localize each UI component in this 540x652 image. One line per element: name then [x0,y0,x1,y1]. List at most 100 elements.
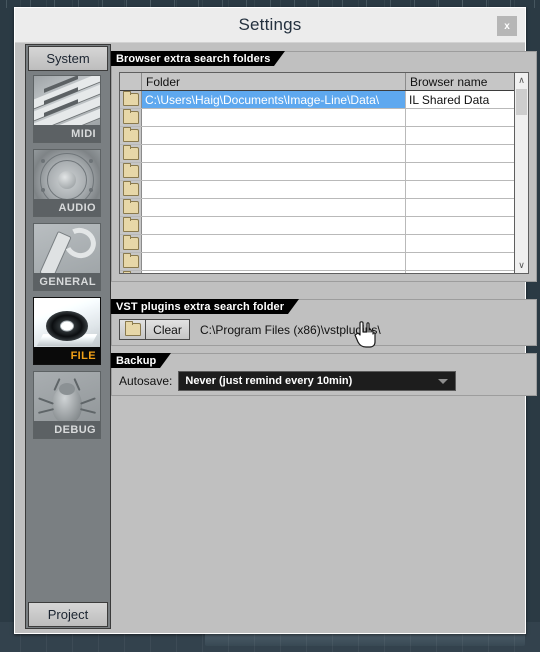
table-row[interactable] [120,163,528,181]
cell-browser-name[interactable] [406,145,528,162]
vst-search-folder-panel: VST plugins extra search folder Clear C:… [111,299,537,346]
sidebar-item-midi[interactable]: MIDI [33,75,101,143]
table-row[interactable] [120,271,528,273]
folder-icon [122,91,139,106]
ruler-tick [534,0,535,8]
folder-icon [122,217,139,232]
vst-clear-button[interactable]: Clear [145,319,190,340]
cell-browser-name[interactable] [406,199,528,216]
tab-project[interactable]: Project [28,602,108,627]
folder-icon [122,163,139,178]
sidebar-item-label: FILE [34,347,100,364]
column-header-browser-name[interactable]: Browser name [406,73,528,90]
folder-icon [122,109,139,124]
cell-browser-name[interactable] [406,235,528,252]
page-title: Settings [238,15,302,34]
cell-folder-path[interactable] [142,181,406,198]
table-row[interactable] [120,145,528,163]
cell-folder-path[interactable] [142,235,406,252]
dialog-titlebar: Settings x [15,8,525,43]
column-header-folder[interactable]: Folder [142,73,406,90]
vst-path-value: C:\Program Files (x86)\vstplugins\ [200,322,381,337]
table-row[interactable] [120,199,528,217]
cell-browser-name[interactable] [406,127,528,144]
tab-system[interactable]: System [28,46,108,71]
row-folder-button[interactable] [120,145,142,162]
cell-folder-path[interactable] [142,127,406,144]
sidebar-item-label: GENERAL [34,273,100,290]
cell-browser-name[interactable]: IL Shared Data [406,91,528,108]
table-header-row: Folder Browser name [120,73,528,91]
scrollbar-thumb[interactable] [516,89,527,115]
folder-icon [122,127,139,142]
table-body: C:\Users\Haig\Documents\Image-Line\Data\… [120,91,528,273]
folder-icon [124,321,141,336]
chevron-down-icon [438,379,449,384]
cell-folder-path[interactable] [142,199,406,216]
browser-search-folders-panel: Browser extra search folders Folder Brow… [111,51,537,282]
autosave-select[interactable]: Never (just remind every 10min) [178,371,457,391]
table-row[interactable] [120,235,528,253]
close-icon[interactable]: x [497,16,517,36]
panel-title: Browser extra search folders [111,51,286,66]
sidebar-item-file[interactable]: FILE [33,297,101,365]
autosave-row: Autosave: Never (just remind every 10min… [119,371,457,391]
backup-panel: Backup Autosave: Never (just remind ever… [111,353,537,396]
cell-folder-path[interactable] [142,271,406,273]
scroll-down-icon[interactable]: ∨ [515,258,528,273]
row-folder-button[interactable] [120,181,142,198]
table-row[interactable] [120,217,528,235]
row-folder-button[interactable] [120,271,142,273]
ruler-tick [6,0,7,8]
table-row[interactable] [120,127,528,145]
row-folder-button[interactable] [120,127,142,144]
column-header-icon[interactable] [120,73,142,90]
sidebar-item-label: DEBUG [34,421,100,438]
row-folder-button[interactable] [120,235,142,252]
folder-icon [122,271,131,273]
row-folder-button[interactable] [120,163,142,180]
folder-icon [122,145,139,160]
table-vertical-scrollbar[interactable]: ∧ ∨ [514,72,529,274]
vst-browse-folder-button[interactable] [119,319,146,340]
scroll-up-icon[interactable]: ∧ [515,73,528,88]
sidebar-item-audio[interactable]: AUDIO [33,149,101,217]
cell-folder-path[interactable] [142,163,406,180]
cell-folder-path[interactable] [142,217,406,234]
sidebar-item-label: MIDI [34,125,100,142]
panel-title: VST plugins extra search folder [111,299,300,314]
row-folder-button[interactable] [120,217,142,234]
folders-table: Folder Browser name C:\Users\Haig\Docume… [119,72,529,274]
row-folder-button[interactable] [120,199,142,216]
row-folder-button[interactable] [120,91,142,108]
vst-path-row: Clear C:\Program Files (x86)\vstplugins\ [119,319,381,340]
cell-browser-name[interactable] [406,217,528,234]
cell-browser-name[interactable] [406,253,528,270]
folder-icon [122,235,139,250]
row-folder-button[interactable] [120,109,142,126]
folder-icon [122,253,139,268]
cell-folder-path[interactable] [142,109,406,126]
cell-browser-name[interactable] [406,109,528,126]
sidebar-item-label: AUDIO [34,199,100,216]
autosave-label: Autosave: [119,374,173,388]
settings-sidebar: System MIDI AUDIO GENERAL FILE DEBUG Pro… [25,44,111,629]
table-row[interactable]: C:\Users\Haig\Documents\Image-Line\Data\… [120,91,528,109]
row-folder-button[interactable] [120,253,142,270]
cell-browser-name[interactable] [406,163,528,180]
autosave-selected-value: Never (just remind every 10min) [185,375,353,387]
cell-folder-path[interactable]: C:\Users\Haig\Documents\Image-Line\Data\ [142,91,406,108]
cell-browser-name[interactable] [406,271,528,273]
table-row[interactable] [120,253,528,271]
cell-browser-name[interactable] [406,181,528,198]
sidebar-item-general[interactable]: GENERAL [33,223,101,291]
panel-title: Backup [111,353,172,368]
cell-folder-path[interactable] [142,253,406,270]
folder-icon [122,199,139,214]
cell-folder-path[interactable] [142,145,406,162]
sidebar-item-debug[interactable]: DEBUG [33,371,101,439]
settings-dialog: Settings x System MIDI AUDIO GENERAL FIL… [14,7,537,634]
table-row[interactable] [120,109,528,127]
folder-icon [122,181,139,196]
table-row[interactable] [120,181,528,199]
